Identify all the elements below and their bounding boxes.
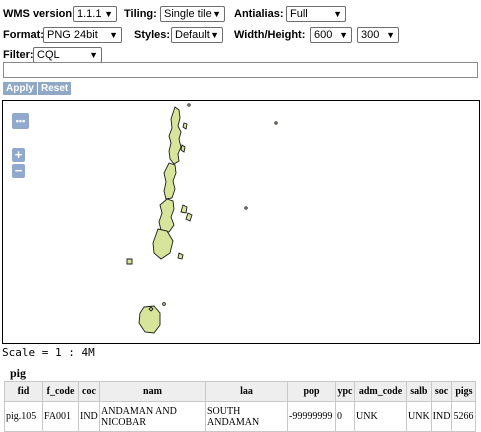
antialias-select[interactable]: Full ▼ [286,6,346,22]
reset-button[interactable]: Reset [38,82,72,95]
styles-value: Default [175,29,210,41]
filter-type-value: CQL [37,49,60,61]
tiling-value: Single tile [164,8,212,20]
chevron-down-icon: ▼ [109,30,118,40]
south-andaman-island [158,198,175,233]
column-header: pop [287,381,336,402]
column-header: soc [430,381,453,402]
chevron-down-icon: ▼ [386,30,395,40]
column-header: fid [4,381,43,402]
chevron-down-icon: ▼ [104,9,113,19]
islet [162,302,166,306]
column-header: salb [406,381,432,402]
wms-version-select[interactable]: 1.1.1 ▼ [73,6,117,22]
map-scale-text: Scale = 1 : 4M [2,346,95,359]
table-cell: 5266 [451,401,477,432]
format-select[interactable]: PNG 24bit ▼ [43,27,122,43]
width-select[interactable]: 600 ▼ [310,27,352,43]
column-header: laa [205,381,288,402]
width-height-label: Width/Height: [234,29,306,41]
feature-layer-title: pig [10,366,27,380]
column-header: pigs [451,381,477,402]
table-cell: UNK [354,401,407,432]
filter-label: Filter: [3,49,34,61]
chevron-down-icon: ▼ [212,9,221,19]
islet [180,204,188,214]
table-cell: ANDAMAN AND NICOBAR [99,401,206,432]
apply-button[interactable]: Apply [3,82,37,95]
filter-query-input[interactable] [3,62,478,78]
table-cell: IND [430,401,453,432]
table-cell: -99999999 [287,401,336,432]
chevron-down-icon: ▼ [210,30,219,40]
table-cell: 0 [335,401,355,432]
wms-version-label: WMS version: [3,8,76,20]
feature-info-table: fid f_code coc nam laa pop ypc adm_code … [4,381,477,432]
islet [187,103,191,107]
islet [274,121,278,125]
column-header: adm_code [354,381,407,402]
antialias-label: Antialias: [234,8,284,20]
rutland-island [152,228,174,260]
filter-type-select[interactable]: CQL ▼ [33,47,102,63]
chevron-down-icon: ▼ [339,30,348,40]
map-viewport[interactable]: ••• + − [2,100,480,344]
middle-andaman-island [163,162,177,200]
islands-map-svg [126,103,278,334]
height-value: 300 [361,29,380,41]
tiling-label: Tiling: [124,8,157,20]
height-select[interactable]: 300 ▼ [357,27,399,43]
chevron-down-icon: ▼ [89,50,98,60]
table-cell: SOUTH ANDAMAN [205,401,288,432]
islet [182,122,188,130]
chevron-down-icon: ▼ [333,9,342,19]
styles-select[interactable]: Default ▼ [171,27,223,43]
islet [177,252,184,260]
table-row: pig.105 FA001 IND ANDAMAN AND NICOBAR SO… [4,401,477,432]
table-header-row: fid f_code coc nam laa pop ypc adm_code … [4,381,477,402]
islet [244,206,248,210]
table-cell: pig.105 [4,401,43,432]
wms-version-value: 1.1.1 [77,8,102,20]
format-value: PNG 24bit [47,29,98,41]
tiling-select[interactable]: Single tile ▼ [160,6,225,22]
styles-label: Styles: [134,29,171,41]
format-label: Format: [3,29,44,41]
column-header: ypc [335,381,355,402]
column-header: f_code [42,381,79,402]
islet [185,212,193,222]
antialias-value: Full [290,8,308,20]
column-header: coc [78,381,100,402]
north-andaman-island [168,106,182,165]
column-header: nam [99,381,206,402]
islet [126,258,133,265]
width-value: 600 [314,29,333,41]
table-cell: FA001 [42,401,79,432]
table-cell: IND [78,401,100,432]
table-cell: UNK [406,401,432,432]
islet [180,144,186,153]
